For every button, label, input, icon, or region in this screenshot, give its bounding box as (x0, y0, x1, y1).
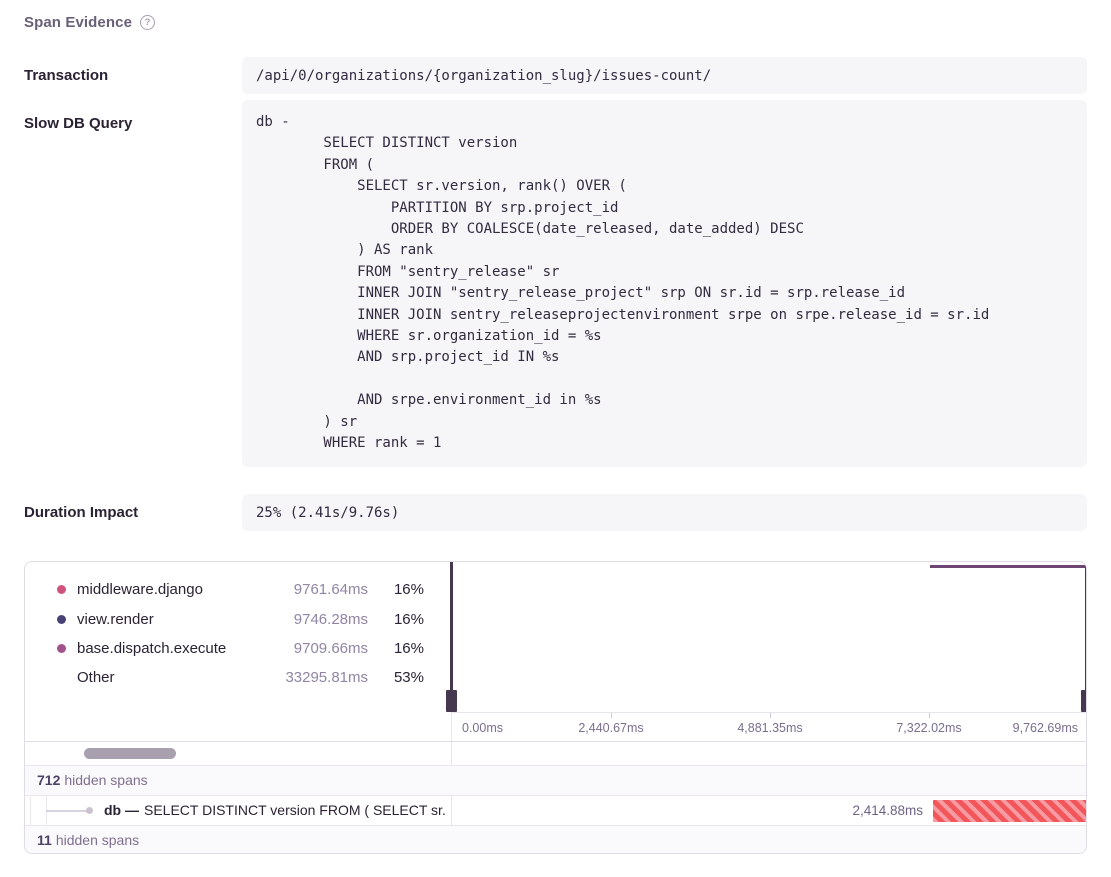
axis-tick (611, 713, 612, 718)
span-op: db — (104, 802, 139, 818)
help-icon[interactable]: ? (140, 15, 155, 30)
tree-connector-line (46, 810, 89, 812)
minimap-right-drag-handle[interactable] (1081, 562, 1087, 712)
duration-impact-value: 25% (2.41s/9.76s) (242, 494, 1087, 531)
span-bar-cell: 2,414.88ms (451, 796, 1087, 825)
legend-dot-icon (57, 615, 66, 624)
transaction-label: Transaction (24, 67, 242, 84)
duration-impact-row: Duration Impact 25% (2.41s/9.76s) (24, 494, 1087, 531)
span-duration: 2,414.88ms (852, 796, 923, 825)
legend-row: base.dispatch.execute 9709.66ms 16% (57, 634, 424, 663)
tree-scrollbar-row (25, 741, 1087, 765)
span-description-cell: db — SELECT DISTINCT version FROM ( SELEC… (25, 796, 451, 825)
hidden-spans-row-top[interactable]: 712hidden spans (25, 765, 1087, 795)
minimap-span-bar (930, 565, 1087, 568)
duration-impact-label: Duration Impact (24, 504, 242, 521)
handle-grip[interactable] (446, 690, 457, 712)
transaction-row: Transaction /api/0/organizations/{organi… (24, 57, 1087, 94)
section-header: Span Evidence ? (24, 14, 155, 31)
axis-tick (929, 713, 930, 718)
legend-row: middleware.django 9761.64ms 16% (57, 575, 424, 604)
slow-db-query-value: db - SELECT DISTINCT version FROM ( SELE… (256, 112, 1073, 455)
hidden-spans-row-bottom[interactable]: 11hidden spans (25, 825, 1087, 854)
transaction-value: /api/0/organizations/{organization_slug}… (242, 57, 1087, 94)
span-op-breakdown-legend: middleware.django 9761.64ms 16% view.ren… (57, 575, 424, 693)
minimap-left-drag-handle[interactable] (446, 562, 457, 712)
column-divider (451, 742, 452, 765)
slow-db-query-row: Slow DB Query db - SELECT DISTINCT versi… (24, 100, 1087, 467)
hidden-spans-count: 11 (37, 832, 52, 848)
legend-dot-icon (57, 673, 66, 682)
axis-label: 0.00ms (462, 721, 503, 735)
tree-depth-guide (30, 796, 31, 825)
db-span-row[interactable]: db — SELECT DISTINCT version FROM ( SELEC… (25, 795, 1087, 825)
axis-tick (770, 713, 771, 718)
axis-label: 2,440.67ms (578, 721, 643, 735)
hidden-spans-label: hidden spans (56, 832, 139, 848)
axis-label: 4,881.35ms (737, 721, 802, 735)
span-query-text: SELECT DISTINCT version FROM ( SELECT sr… (144, 802, 446, 818)
span-description: db — SELECT DISTINCT version FROM ( SELEC… (104, 796, 446, 825)
tree-node-dot-icon (86, 807, 93, 814)
span-minimap (451, 562, 1087, 712)
axis-label: 7,322.02ms (896, 721, 961, 735)
legend-dot-icon (57, 585, 66, 594)
slow-db-query-label: Slow DB Query (24, 100, 242, 467)
axis-label: 9,762.69ms (1013, 721, 1078, 735)
horizontal-scrollbar-thumb[interactable] (84, 748, 176, 759)
time-axis: 0.00ms 2,440.67ms 4,881.35ms 7,322.02ms … (451, 712, 1087, 741)
section-title: Span Evidence (24, 14, 132, 31)
legend-dot-icon (57, 644, 66, 653)
hidden-spans-label: hidden spans (64, 772, 147, 788)
legend-row: view.render 9746.28ms 16% (57, 604, 424, 633)
handle-grip[interactable] (1081, 690, 1087, 712)
legend-row: Other 33295.81ms 53% (57, 663, 424, 692)
hidden-spans-count: 712 (37, 772, 60, 788)
span-duration-bar[interactable] (933, 800, 1087, 822)
span-tree-panel: middleware.django 9761.64ms 16% view.ren… (24, 561, 1087, 854)
